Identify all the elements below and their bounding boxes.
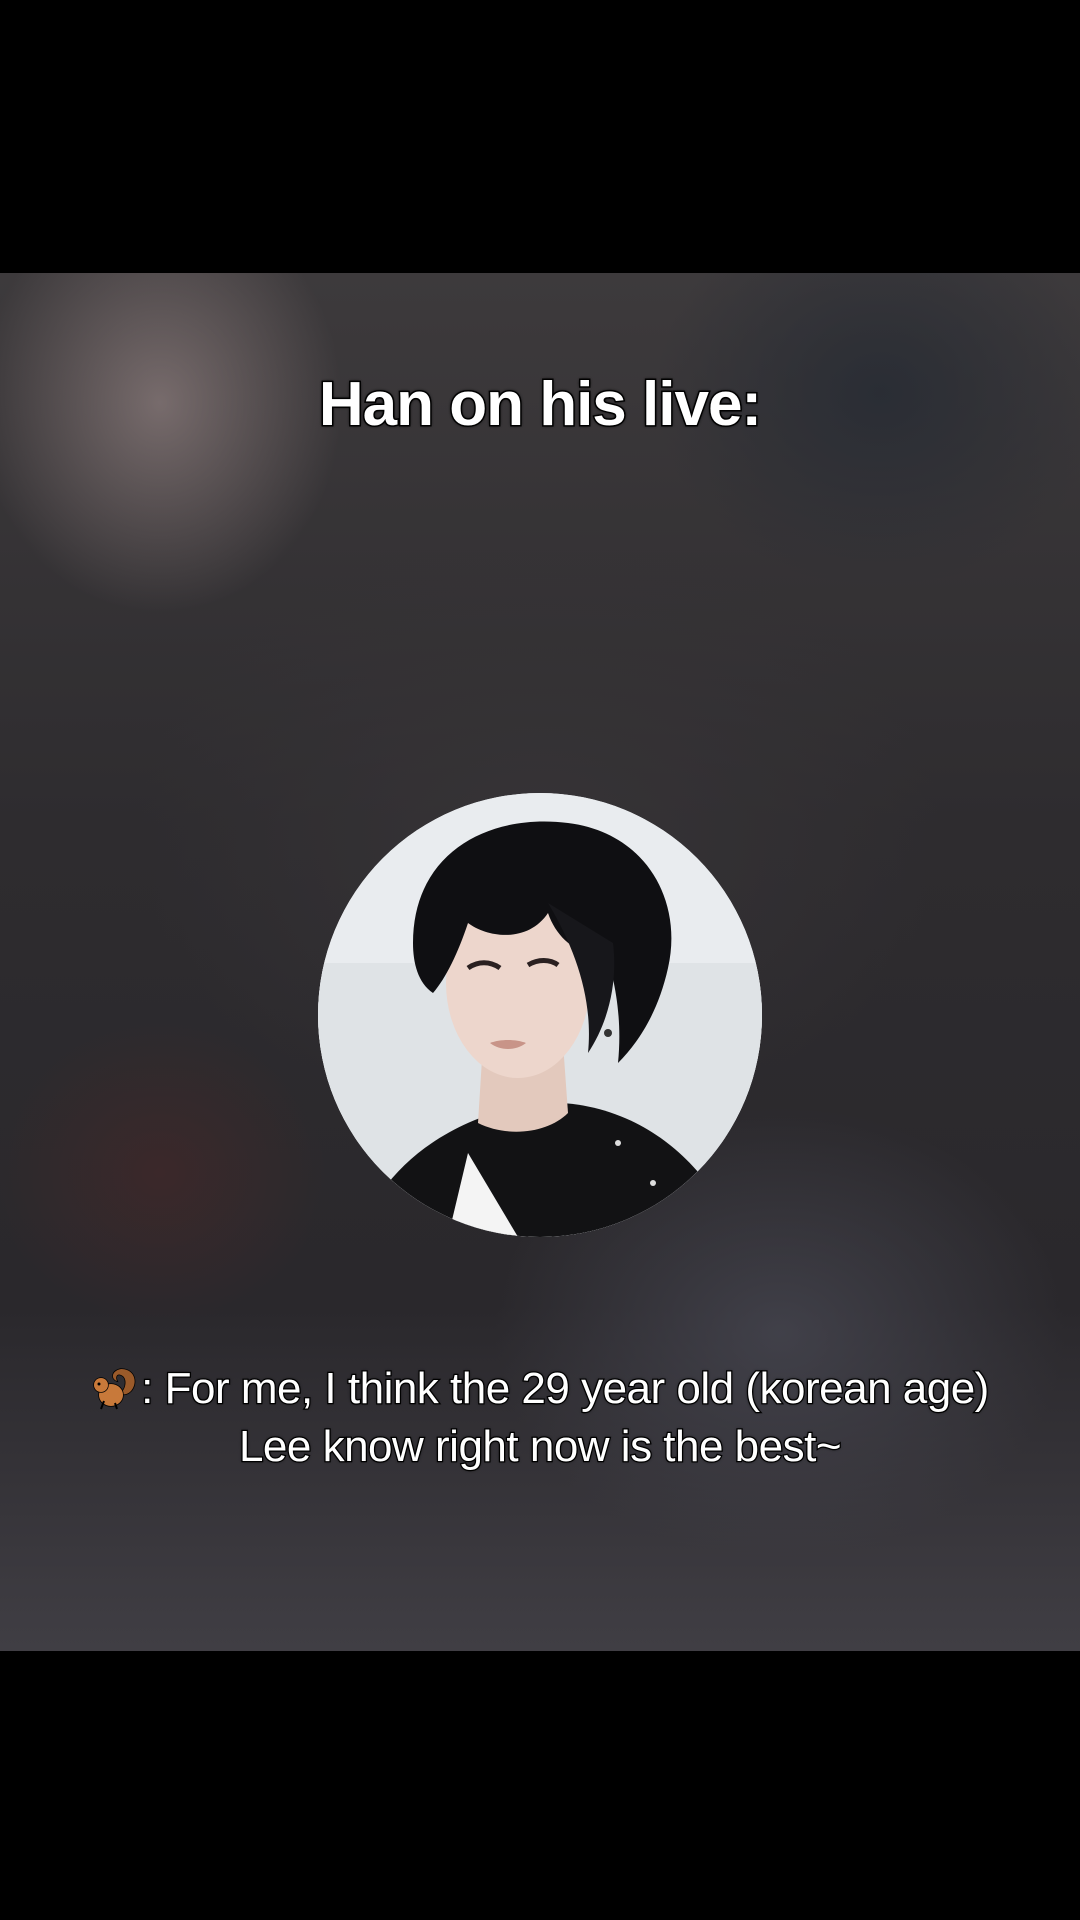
letterbox-bottom (0, 1651, 1080, 1920)
video-frame[interactable]: Han on his live:: For me, I think the 2… (0, 273, 1080, 1651)
overlay-title: Han on his live: (317, 369, 763, 441)
video-screen: Han on his live:: For me, I think the 2… (0, 0, 1080, 1920)
letterbox-top (0, 0, 1080, 273)
caption: : For me, I think the 29 year old (korea… (0, 1360, 1080, 1476)
profile-photo-icon (318, 793, 762, 1237)
caption-line-2: Lee know right now is the best~ (238, 1421, 843, 1473)
chipmunk-icon (93, 1368, 136, 1410)
caption-line-1: : For me, I think the 29 year old (korea… (0, 1360, 1080, 1418)
profile-photo (318, 793, 762, 1237)
caption-line-1-text: : For me, I think the 29 year old (korea… (140, 1363, 991, 1415)
